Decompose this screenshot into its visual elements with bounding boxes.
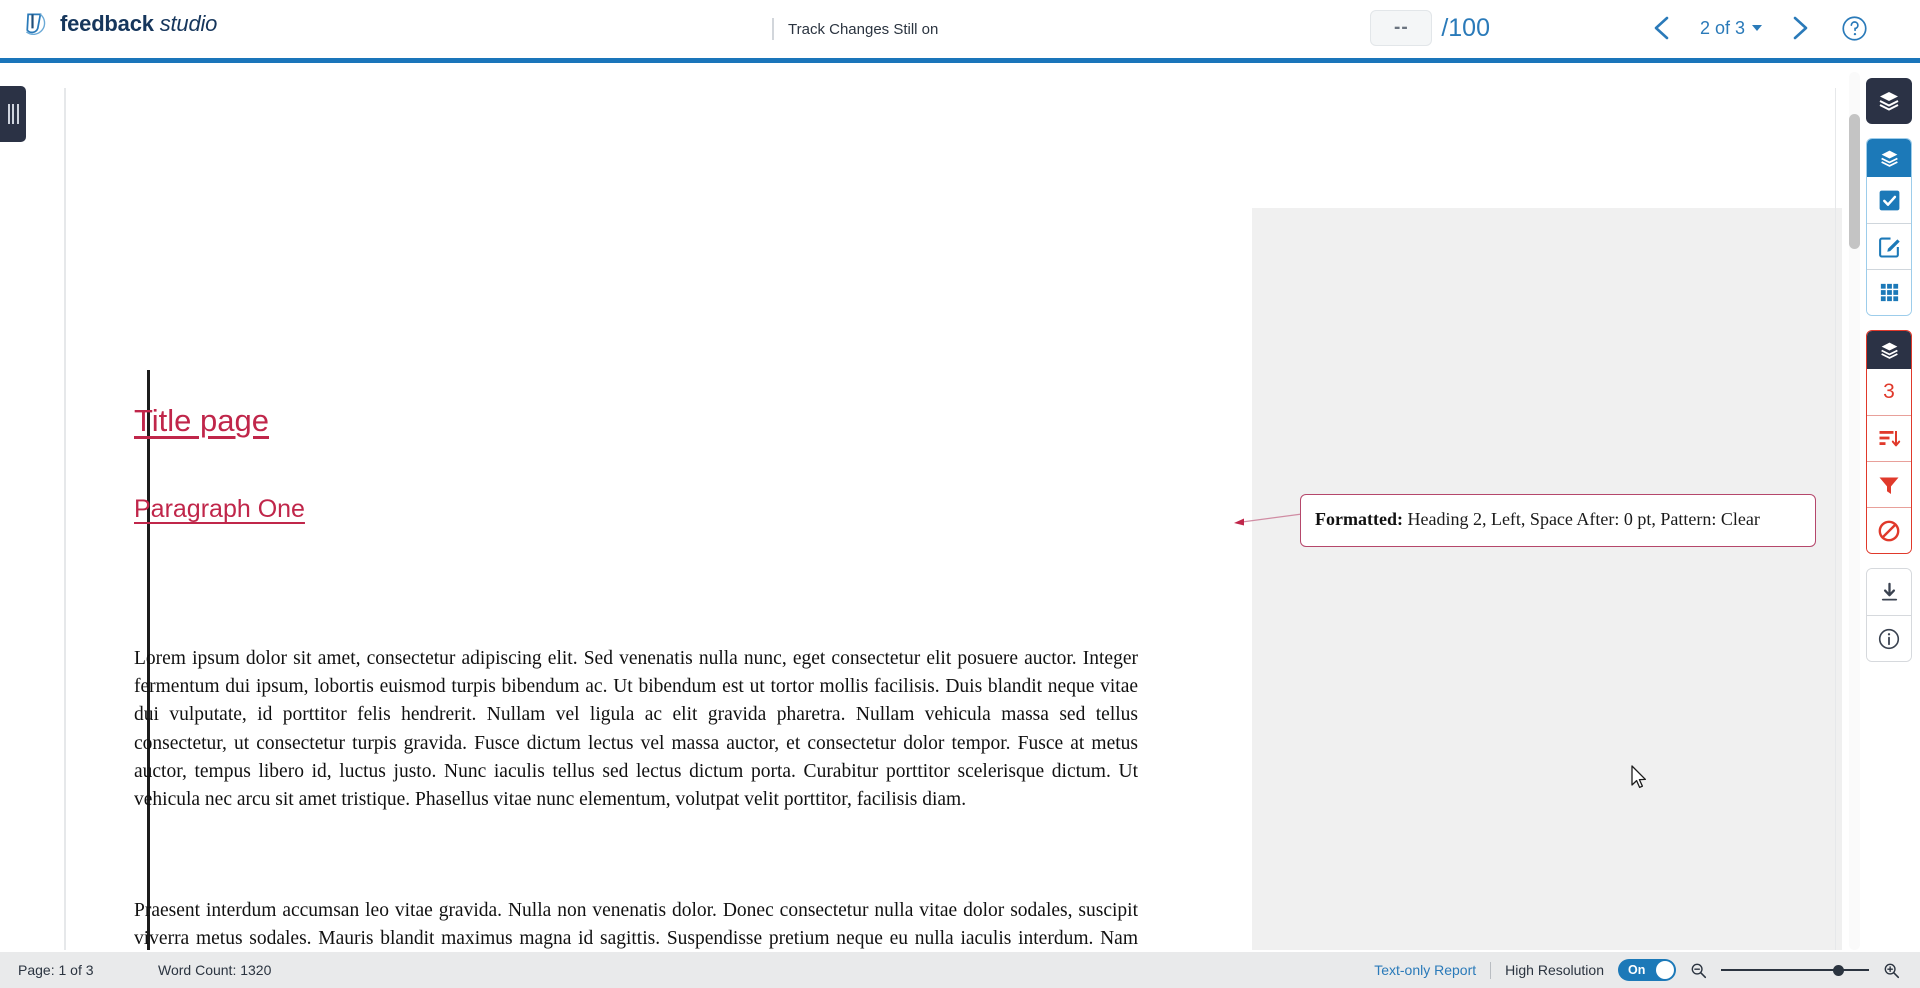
status-divider (1490, 961, 1492, 979)
grademark-group-header[interactable] (1867, 139, 1911, 177)
info-circle-icon (1878, 628, 1900, 649)
next-page-button[interactable] (1772, 8, 1828, 48)
zoom-slider-track (1721, 969, 1869, 971)
formatted-comment-balloon[interactable]: Formatted: Heading 2, Left, Space After:… (1300, 494, 1816, 547)
scrollbar-thumb[interactable] (1849, 114, 1860, 249)
page-navigation: 2 of 3 (1634, 8, 1880, 48)
layers-icon (1880, 150, 1898, 167)
status-word-count-label: Word Count: 1320 (158, 962, 272, 978)
match-overview-button[interactable] (1867, 415, 1911, 461)
zoom-slider-handle[interactable] (1833, 964, 1844, 976)
grade-input[interactable]: -- (1370, 10, 1433, 46)
logo-word-feedback: feedback (60, 11, 154, 36)
quickmarks-pencil-icon (1878, 237, 1900, 258)
excluded-sources-icon (1878, 520, 1900, 541)
grade-total-label: /100 (1441, 13, 1490, 42)
logo-word-studio: studio (153, 11, 218, 36)
rubric-button[interactable] (1867, 177, 1911, 223)
chevron-down-icon (1752, 25, 1762, 31)
panel-grip-handle-icon (7, 104, 19, 124)
document-right-edge (1835, 88, 1836, 950)
layers-icon (1880, 342, 1898, 359)
filters-and-settings-button[interactable] (1867, 461, 1911, 507)
high-resolution-toggle[interactable]: On (1618, 959, 1676, 981)
utility-panel-group (1866, 568, 1912, 662)
help-button[interactable] (1828, 8, 1880, 48)
app-logo-text: feedback studio (60, 11, 217, 37)
document-vertical-scrollbar[interactable] (1849, 72, 1860, 950)
status-bar: Page: 1 of 3 Word Count: 1320 Text-only … (0, 952, 1920, 988)
similarity-group-header[interactable] (1867, 331, 1911, 369)
feedback-studio-app: feedback studio Track Changes Still on -… (0, 0, 1920, 988)
document-heading-paragraph-one: Paragraph One (134, 495, 305, 523)
grademark-panel-group (1866, 138, 1912, 316)
document-paragraph-2: Praesent interdum accumsan leo vitae gra… (134, 900, 1138, 950)
chevron-left-icon (1654, 16, 1669, 40)
track-changes-banner: Track Changes Still on (772, 18, 938, 40)
match-count-label: 3 (1883, 380, 1895, 403)
zoom-out-icon[interactable] (1690, 962, 1707, 979)
document-paragraph-1: Lorem ipsum dolor sit amet, consectetur … (134, 648, 1138, 811)
filter-funnel-icon (1879, 477, 1899, 494)
left-panel-toggle[interactable] (0, 86, 26, 142)
right-sidebar: 3 (1866, 78, 1912, 662)
grade-control: -- /100 (1370, 10, 1490, 46)
layers-icon (1879, 92, 1899, 111)
download-button[interactable] (1867, 569, 1911, 615)
download-icon (1881, 582, 1897, 600)
sidebar-collapse-button[interactable] (1866, 78, 1912, 124)
high-resolution-toggle-state: On (1628, 963, 1646, 977)
app-logo: feedback studio (22, 10, 217, 38)
status-page-label: Page: 1 of 3 (18, 962, 94, 978)
text-only-report-link[interactable]: Text-only Report (1374, 962, 1476, 978)
grid-apps-icon (1880, 283, 1898, 302)
rubric-checkmark-icon (1879, 190, 1899, 210)
turnitin-feedback-studio-logo-icon (25, 13, 46, 36)
help-circle-icon (1841, 15, 1867, 41)
header-divider (772, 18, 774, 40)
status-right-controls: Text-only Report High Resolution On (1374, 959, 1900, 981)
track-changes-label: Track Changes Still on (788, 20, 939, 38)
document-heading-title-page: Title page (134, 403, 269, 438)
zoom-slider[interactable] (1721, 963, 1869, 977)
page-selector-label: 2 of 3 (1699, 17, 1745, 38)
quickmarks-button[interactable] (1867, 223, 1911, 269)
app-header: feedback studio Track Changes Still on -… (0, 0, 1920, 58)
submission-info-button[interactable] (1867, 615, 1911, 661)
chevron-right-icon (1793, 16, 1808, 40)
zoom-in-icon[interactable] (1883, 962, 1900, 979)
similarity-match-count[interactable]: 3 (1867, 369, 1911, 415)
comment-leader-arrow-icon (1234, 513, 1303, 526)
mouse-cursor (1631, 765, 1647, 789)
grid-button[interactable] (1867, 269, 1911, 315)
comment-margin-area (1252, 208, 1842, 950)
toggle-knob (1656, 961, 1674, 979)
previous-page-button[interactable] (1634, 8, 1690, 48)
excluded-sources-button[interactable] (1867, 507, 1911, 553)
page-selector[interactable]: 2 of 3 (1690, 8, 1772, 48)
match-overview-sort-icon (1879, 430, 1901, 446)
high-resolution-label: High Resolution (1505, 962, 1604, 978)
similarity-panel-group: 3 (1866, 330, 1912, 554)
comment-balloon-label: Formatted: (1315, 509, 1403, 529)
comment-balloon-text: Heading 2, Left, Space After: 0 pt, Patt… (1402, 509, 1760, 529)
